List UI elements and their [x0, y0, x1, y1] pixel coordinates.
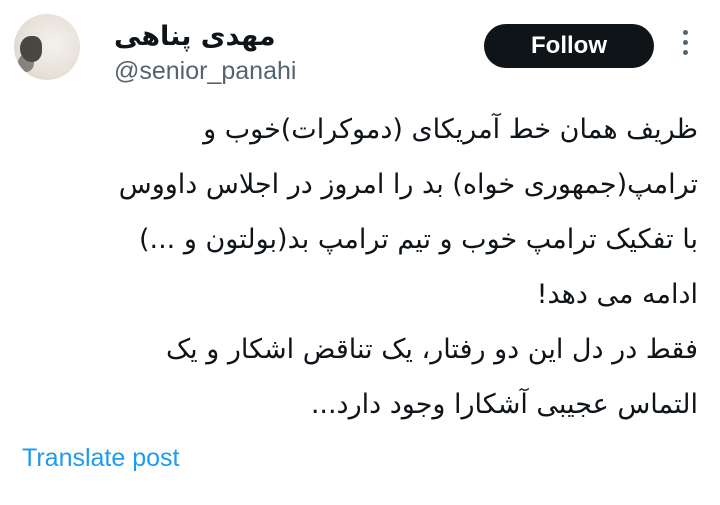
tweet-line: با تفکیک ترامپ خوب و تیم ترامپ بد(بولتون…	[138, 224, 698, 255]
dot	[682, 50, 688, 55]
tweet-text: ظریف همان خط آمریکای (دموکرات)خوب و ترام…	[18, 102, 698, 432]
tweet-line: ترامپ(جمهوری خواه) بد را امروز در اجلاس …	[118, 169, 698, 200]
tweet-line: فقط در دل این دو رفتار، یک تناقض اشکار و…	[166, 334, 698, 365]
follow-button[interactable]: Follow	[484, 24, 654, 68]
tweet-line: ظریف همان خط آمریکای (دموکرات)خوب و	[203, 114, 698, 145]
tweet-line: التماس عجیبی آشکارا وجود دارد...	[310, 389, 698, 420]
more-dots-icon[interactable]	[680, 30, 690, 62]
avatar[interactable]	[14, 14, 80, 80]
translate-post-link[interactable]: Translate post	[22, 442, 179, 474]
dot	[682, 30, 688, 35]
display-name[interactable]: مهدی پناهی	[114, 20, 294, 54]
username[interactable]: @senior_panahi	[114, 55, 296, 87]
avatar-figure-shadow	[18, 54, 34, 72]
dot	[682, 40, 688, 45]
tweet-line: ادامه می دهد!	[536, 279, 698, 310]
